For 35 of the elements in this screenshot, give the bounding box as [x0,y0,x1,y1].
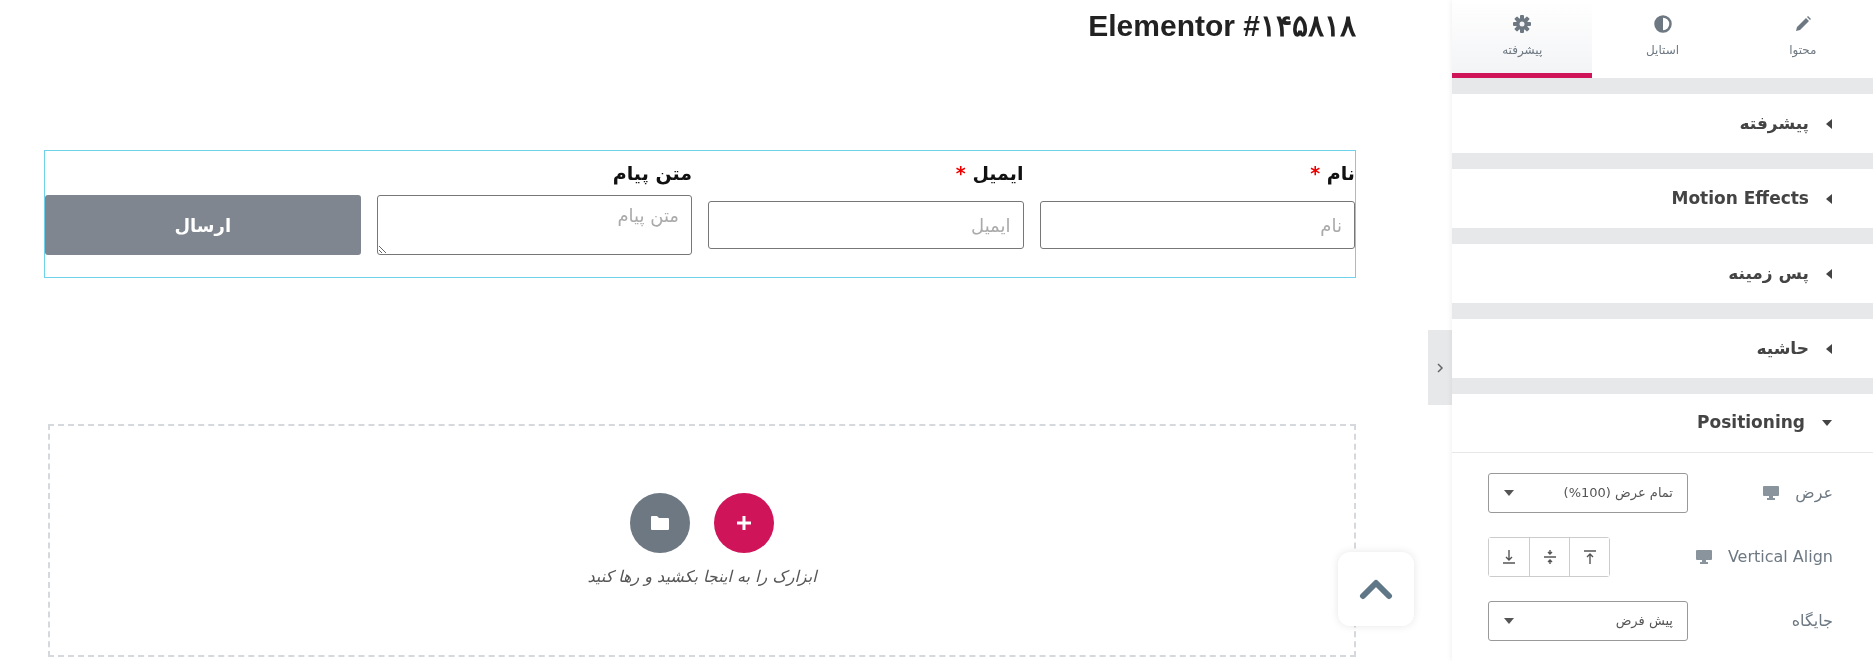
select-field[interactable]: تمام عرض (100%) [1488,473,1688,513]
folder-icon [650,514,670,531]
text-field[interactable]: نام [1039,201,1355,249]
section-header[interactable]: پس زمینه [1452,244,1873,303]
text-field[interactable]: ایمیل [708,201,1024,249]
submit-button[interactable]: ارسال [45,195,361,255]
settings-icon [1513,14,1532,33]
control-label: جایگاه [1791,610,1833,632]
caret-down-icon [1503,617,1515,625]
drop-hint: ابزارک را به اینجا بکشید و رها کنید [587,565,817,588]
section-header[interactable]: Motion Effects [1452,169,1873,228]
section-header[interactable]: پیشرفته [1452,94,1873,153]
scroll-top-button[interactable] [1338,552,1414,626]
control-label: عرض [1795,482,1833,505]
panel-toggle-button[interactable] [1428,330,1452,405]
section-header[interactable]: Positioning [1452,394,1873,453]
control-label: Vertical Align [1727,546,1833,568]
field-label: نام * [1309,161,1355,187]
align-button[interactable] [1569,538,1609,576]
align-button-group[interactable] [1488,537,1610,577]
align-bottom-icon [1501,549,1517,565]
section-header[interactable]: حاشیه [1452,319,1873,378]
plus-icon [735,513,753,532]
message-field[interactable]: متن پیام [376,195,692,255]
align-top-icon [1581,549,1598,565]
page-title: Elementor #۱۴۵۸۱۸ [1087,8,1357,44]
field-label: ایمیل * [954,161,1024,186]
pencil-icon [1793,14,1812,33]
select-field[interactable]: پیش فرض [1488,601,1688,641]
field-label: متن پیام [611,161,692,187]
chevron-right-icon [1435,361,1445,374]
chevron-up-icon [1359,578,1393,600]
caret-down-icon [1503,489,1515,497]
contrast-icon [1653,14,1672,33]
align-middle-icon [1541,549,1558,565]
